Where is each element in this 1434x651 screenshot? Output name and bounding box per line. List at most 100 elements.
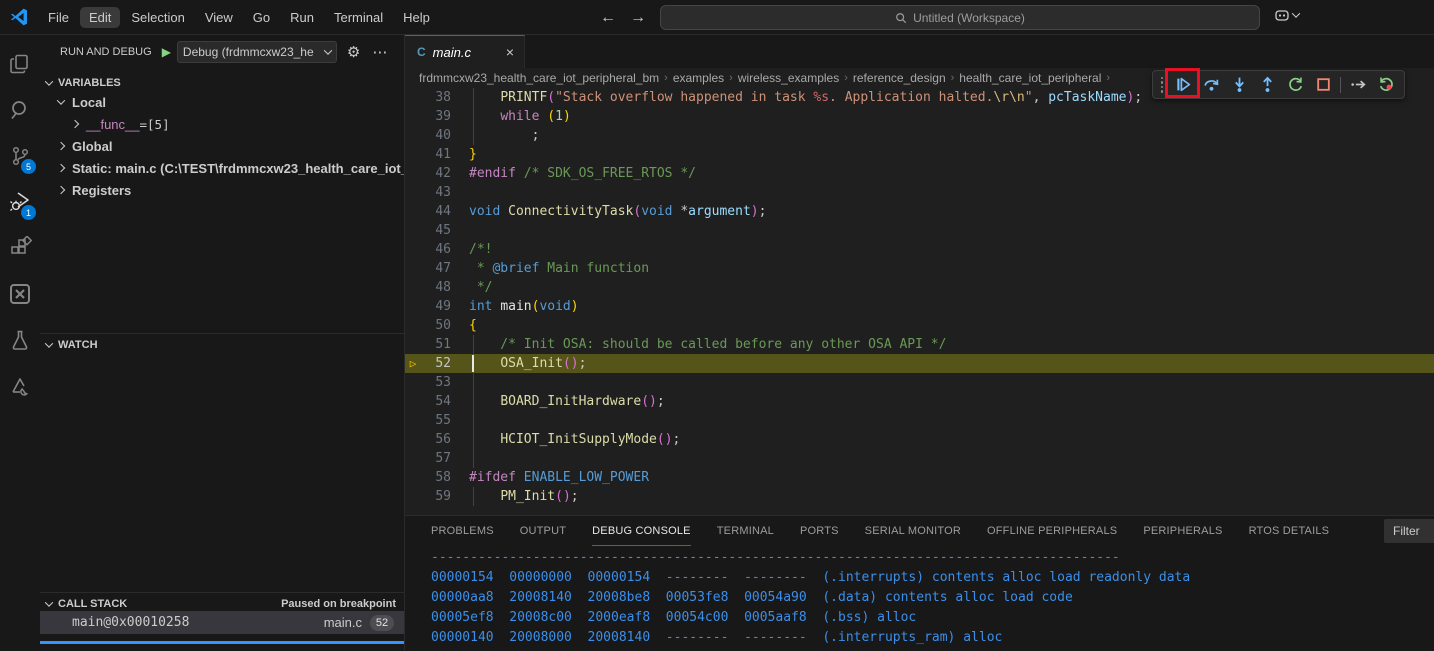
code-text: OSA_Init(); <box>451 354 1434 373</box>
step-into-button[interactable] <box>1225 72 1253 97</box>
sidebar-item-explorer[interactable] <box>0 41 40 87</box>
gutter[interactable] <box>405 316 421 335</box>
sidebar-item-run-and-debug[interactable]: 1 <box>0 179 40 225</box>
code-text: */ <box>451 278 1434 297</box>
code-editor[interactable]: 38 PRINTF("Stack overflow happened in ta… <box>405 88 1434 515</box>
back-arrow-icon[interactable]: ← <box>600 9 616 27</box>
code-text: /* Init OSA: should be called before any… <box>451 335 1434 354</box>
code-line-55: 55 <box>405 411 1434 430</box>
line-number: 56 <box>421 430 451 449</box>
breadcrumb-separator-icon: › <box>844 72 848 84</box>
gutter[interactable] <box>405 107 421 126</box>
goto-button[interactable] <box>1344 72 1372 97</box>
gutter[interactable] <box>405 411 421 430</box>
command-center[interactable]: Untitled (Workspace) <box>660 5 1260 30</box>
menu-terminal[interactable]: Terminal <box>325 7 392 28</box>
gutter[interactable] <box>405 392 421 411</box>
launch-config-dropdown[interactable]: Debug (frdmmcxw23_he <box>177 41 337 63</box>
editor-group: C main.c × frdmmcxw23_health_care_iot_pe… <box>405 35 1434 515</box>
gear-icon[interactable]: ⚙ <box>347 43 360 61</box>
sidebar-item-extensions[interactable] <box>0 225 40 271</box>
panel-tab-rtos-details[interactable]: RTOS DETAILS <box>1249 517 1330 546</box>
menu-file[interactable]: File <box>39 7 78 28</box>
gutter[interactable] <box>405 126 421 145</box>
gutter[interactable] <box>405 430 421 449</box>
line-number: 47 <box>421 259 451 278</box>
forward-arrow-icon[interactable]: → <box>630 9 646 27</box>
copilot-button[interactable] <box>1274 7 1299 23</box>
scope-local[interactable]: Local <box>40 91 404 113</box>
scope-registers-label: Registers <box>72 183 131 198</box>
sidebar-item-search[interactable] <box>0 87 40 133</box>
breadcrumb-item[interactable]: wireless_examples <box>738 71 839 85</box>
extensions-icon <box>8 236 32 260</box>
menu-run[interactable]: Run <box>281 7 323 28</box>
breadcrumb-item[interactable]: reference_design <box>853 71 946 85</box>
menu-selection[interactable]: Selection <box>122 7 193 28</box>
watch-section-header[interactable]: WATCH <box>40 333 404 355</box>
menu-view[interactable]: View <box>196 7 242 28</box>
sidebar-item-embedded-tools[interactable] <box>0 363 40 409</box>
call-stack-frame[interactable]: main@0x00010258 main.c 52 <box>40 611 404 634</box>
step-out-button[interactable] <box>1253 72 1281 97</box>
gutter[interactable] <box>405 449 421 468</box>
gutter[interactable] <box>405 145 421 164</box>
stop-button[interactable] <box>1309 72 1337 97</box>
scope-global[interactable]: Global <box>40 135 404 157</box>
variables-title: VARIABLES <box>58 77 121 89</box>
panel-tab-output[interactable]: OUTPUT <box>520 517 566 546</box>
restart-button[interactable] <box>1281 72 1309 97</box>
start-debug-button[interactable]: ▶ <box>162 45 171 59</box>
gutter[interactable] <box>405 487 421 506</box>
x-box-icon <box>8 282 32 306</box>
step-over-button[interactable] <box>1197 72 1225 97</box>
breadcrumb-item[interactable]: health_care_iot_peripheral <box>959 71 1101 85</box>
breadcrumb-separator-icon: › <box>1106 72 1110 84</box>
gutter[interactable] <box>405 88 421 107</box>
reset-device-button[interactable] <box>1372 72 1400 97</box>
variable-func[interactable]: __func__ = [5] <box>40 113 404 135</box>
panel-tab-peripherals[interactable]: PERIPHERALS <box>1143 517 1222 546</box>
scope-registers[interactable]: Registers <box>40 179 404 201</box>
filter-input[interactable]: Filter <box>1384 519 1434 543</box>
gutter[interactable] <box>405 202 421 221</box>
gutter[interactable] <box>405 240 421 259</box>
scope-static[interactable]: Static: main.c (C:\TEST\frdmmcxw23_healt… <box>40 157 404 179</box>
close-icon[interactable]: × <box>506 44 514 60</box>
more-actions-button[interactable]: ⋯ <box>372 43 388 61</box>
breadcrumb-item[interactable]: examples <box>673 71 724 85</box>
panel-tab-problems[interactable]: PROBLEMS <box>431 517 494 546</box>
sidebar-title: RUN AND DEBUG <box>60 46 152 58</box>
menu-edit[interactable]: Edit <box>80 7 120 28</box>
panel-tab-offline-peripherals[interactable]: OFFLINE PERIPHERALS <box>987 517 1117 546</box>
breadcrumb-item[interactable]: frdmmcxw23_health_care_iot_peripheral_bm <box>419 71 659 85</box>
command-center-label: Untitled (Workspace) <box>913 11 1025 25</box>
panel-tab-terminal[interactable]: TERMINAL <box>717 517 774 546</box>
gutter[interactable] <box>405 278 421 297</box>
gutter[interactable] <box>405 183 421 202</box>
code-text: BOARD_InitHardware(); <box>451 392 1434 411</box>
panel-tab-serial-monitor[interactable]: SERIAL MONITOR <box>865 517 961 546</box>
menu-help[interactable]: Help <box>394 7 439 28</box>
current-stackframe-arrow-icon[interactable]: ▷ <box>405 354 421 373</box>
panel-tab-ports[interactable]: PORTS <box>800 517 839 546</box>
editor-tab-bar: C main.c × <box>405 35 1434 68</box>
sidebar-item-source-control[interactable]: 5 <box>0 133 40 179</box>
panel-tab-debug-console[interactable]: DEBUG CONSOLE <box>592 517 691 546</box>
gutter[interactable] <box>405 221 421 240</box>
sidebar-item-test-lab[interactable] <box>0 317 40 363</box>
gutter[interactable] <box>405 468 421 487</box>
stop-icon <box>1315 76 1332 93</box>
line-number: 58 <box>421 468 451 487</box>
gutter[interactable] <box>405 373 421 392</box>
gutter[interactable] <box>405 335 421 354</box>
breadcrumb-separator-icon: › <box>664 72 668 84</box>
menu-go[interactable]: Go <box>244 7 279 28</box>
tab-main-c[interactable]: C main.c × <box>405 35 525 68</box>
gutter[interactable] <box>405 164 421 183</box>
gutter[interactable] <box>405 297 421 316</box>
gutter[interactable] <box>405 259 421 278</box>
sidebar-item-x-extension[interactable] <box>0 271 40 317</box>
breadcrumb-separator-icon: › <box>951 72 955 84</box>
line-number: 54 <box>421 392 451 411</box>
